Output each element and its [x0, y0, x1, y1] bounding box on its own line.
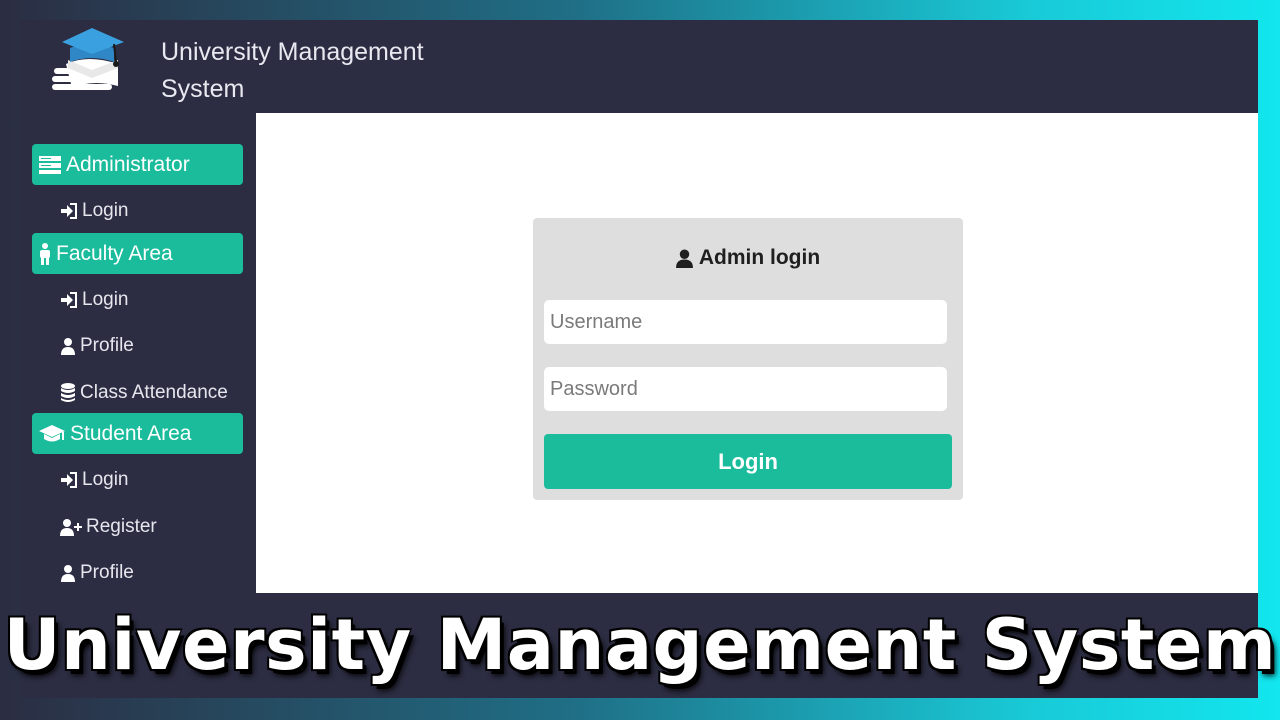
password-input[interactable] [544, 367, 947, 411]
sidebar-item-faculty-login[interactable]: Login [60, 287, 129, 313]
sidebar-item-class-attendance[interactable]: Class Attendance [60, 380, 228, 406]
login-title-text: Admin login [698, 246, 821, 269]
sidebar-item-label: Profile [80, 335, 134, 356]
title-banner: University Management System [3, 604, 1277, 686]
sidebar-item-label: Profile [80, 562, 134, 583]
sidebar-item-label: Login [82, 289, 129, 310]
main-content: Admin login Login [256, 113, 1258, 593]
sidebar-section-student-area[interactable]: Student Area [32, 413, 243, 454]
login-title: Admin login [533, 246, 963, 270]
sidebar-item-admin-login[interactable]: Login [60, 198, 129, 224]
app-title: University Management System [161, 38, 424, 103]
sidebar-item-label: Class Attendance [80, 382, 228, 403]
sidebar-item-faculty-profile[interactable]: Profile [60, 333, 134, 359]
sidebar-section-label: Student Area [70, 421, 192, 445]
sidebar: Administrator Login Faculty Area Login P… [20, 113, 256, 593]
sign-in-icon [61, 292, 77, 308]
username-input[interactable] [544, 300, 947, 344]
graduation-books-icon [52, 28, 124, 90]
database-icon [61, 383, 75, 402]
sidebar-item-label: Login [82, 200, 129, 221]
sidebar-item-student-login[interactable]: Login [60, 467, 129, 493]
user-plus-icon [60, 519, 82, 536]
header: University Management System [20, 20, 1258, 113]
user-icon [61, 338, 75, 355]
login-button[interactable]: Login [544, 434, 952, 489]
admin-login-card: Admin login Login [533, 218, 963, 500]
sidebar-section-faculty-area[interactable]: Faculty Area [32, 233, 243, 274]
sidebar-item-student-profile[interactable]: Profile [60, 560, 134, 586]
server-icon [39, 155, 61, 174]
sign-in-icon [61, 472, 77, 488]
sidebar-section-label: Faculty Area [56, 241, 173, 265]
graduation-cap-icon [39, 424, 65, 441]
user-icon [675, 249, 693, 268]
sidebar-item-label: Register [86, 516, 157, 537]
sidebar-section-label: Administrator [66, 152, 190, 176]
sidebar-item-student-register[interactable]: Register [60, 514, 157, 540]
male-icon [40, 242, 50, 265]
user-icon [61, 565, 75, 582]
sidebar-section-administrator[interactable]: Administrator [32, 144, 243, 185]
sidebar-item-label: Login [82, 469, 129, 490]
sign-in-icon [61, 203, 77, 219]
